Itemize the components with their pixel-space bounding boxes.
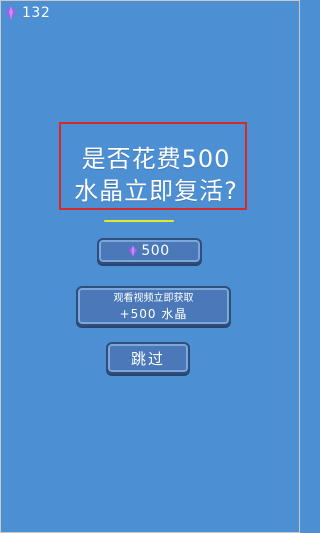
video-reward-label: +500 水晶 (119, 306, 188, 321)
crystal-count: 132 (22, 5, 51, 21)
screen-frame (0, 0, 300, 533)
pay-amount-label: 500 (141, 243, 170, 259)
crystal-counter: 132 (6, 4, 50, 22)
watch-video-label: 观看视频立即获取 (113, 292, 194, 304)
skip-label: 跳过 (130, 349, 165, 368)
watch-video-button[interactable]: 观看视频立即获取 +500 水晶 (76, 286, 231, 326)
pay-crystal-button[interactable]: 500 (97, 238, 202, 264)
title-line-1: 是否花费500 (81, 145, 231, 173)
title-line-2: 水晶立即复活? (74, 177, 238, 205)
purple-gem-icon (129, 245, 138, 257)
purple-gem-icon (6, 6, 16, 20)
revive-dialog-title: 是否花费500 水晶立即复活? (46, 143, 266, 207)
title-divider (104, 220, 174, 222)
skip-button[interactable]: 跳过 (106, 342, 190, 374)
